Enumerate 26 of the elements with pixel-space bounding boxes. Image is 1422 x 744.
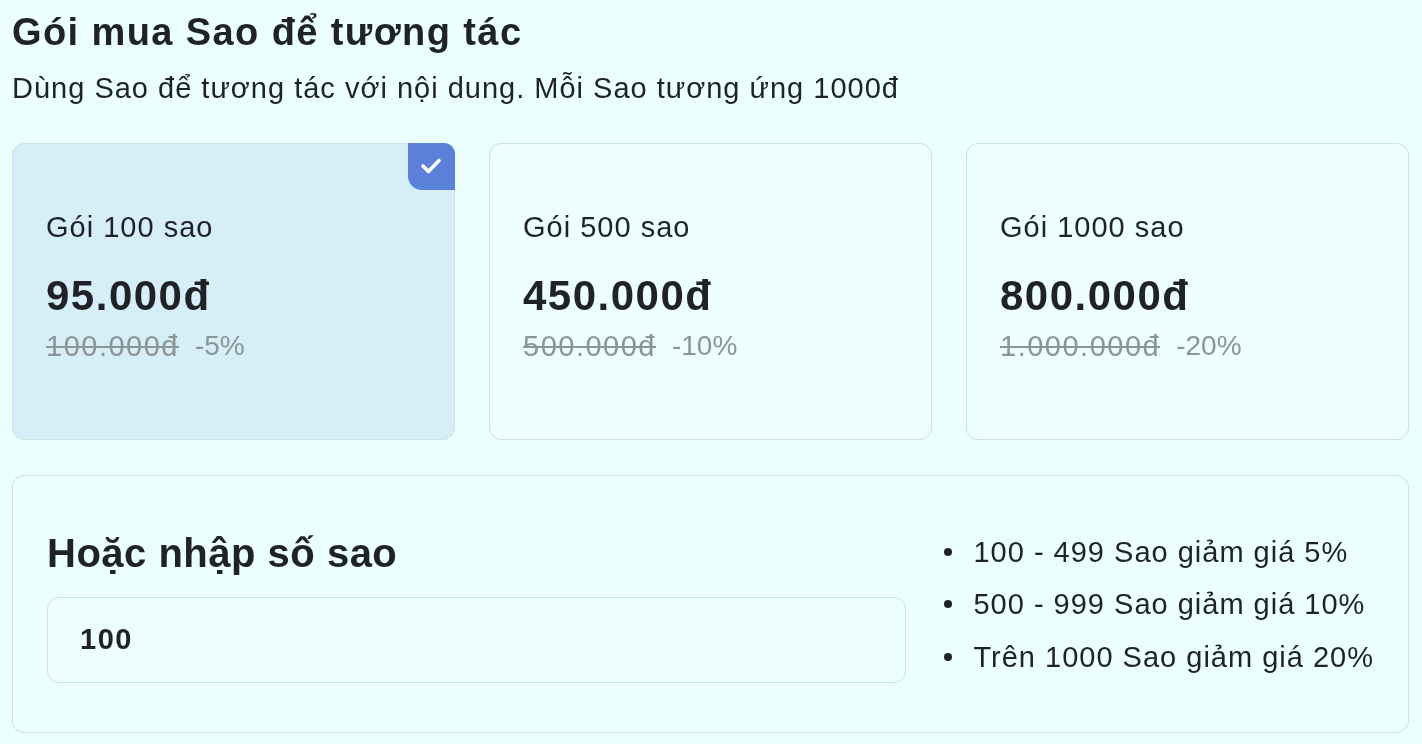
package-price: 800.000đ — [1000, 272, 1190, 320]
package-card[interactable]: Gói 500 sao 450.000đ 500.000đ -10% — [489, 143, 932, 440]
original-price: 1.000.000đ — [1000, 329, 1161, 363]
package-price: 95.000đ — [46, 272, 211, 320]
page-title: Gói mua Sao để tương tác — [12, 10, 523, 54]
package-price: 450.000đ — [523, 272, 713, 320]
package-name: Gói 100 sao — [46, 210, 214, 244]
check-icon — [408, 143, 455, 190]
package-name: Gói 500 sao — [523, 210, 691, 244]
discount-rule-text: 500 - 999 Sao giảm giá 10% — [973, 587, 1366, 621]
original-price: 500.000đ — [523, 329, 656, 363]
discount-percent: -20% — [1176, 329, 1242, 363]
discount-percent: -5% — [194, 329, 245, 363]
bullet-icon — [944, 600, 953, 608]
bullet-icon — [944, 547, 953, 556]
custom-amount-heading: Hoặc nhập số sao — [47, 529, 398, 576]
discount-rule-text: Trên 1000 Sao giảm giá 20% — [973, 639, 1374, 674]
package-card[interactable]: Gói 100 sao 95.000đ 100.000đ -5% — [12, 143, 455, 440]
package-card[interactable]: Gói 1000 sao 800.000đ 1.000.000đ -20% — [966, 143, 1409, 440]
page-subtitle: Dùng Sao để tương tác với nội dung. Mỗi Sao tương ứng 1000đ — [12, 71, 899, 106]
original-price: 100.000đ — [46, 329, 179, 363]
package-name: Gói 1000 sao — [1000, 210, 1185, 244]
bullet-icon — [944, 652, 953, 661]
discount-percent: -10% — [671, 329, 738, 363]
star-count-input[interactable]: 100 — [47, 596, 907, 683]
discount-rule-text: 100 - 499 Sao giảm giá 5% — [973, 534, 1349, 569]
